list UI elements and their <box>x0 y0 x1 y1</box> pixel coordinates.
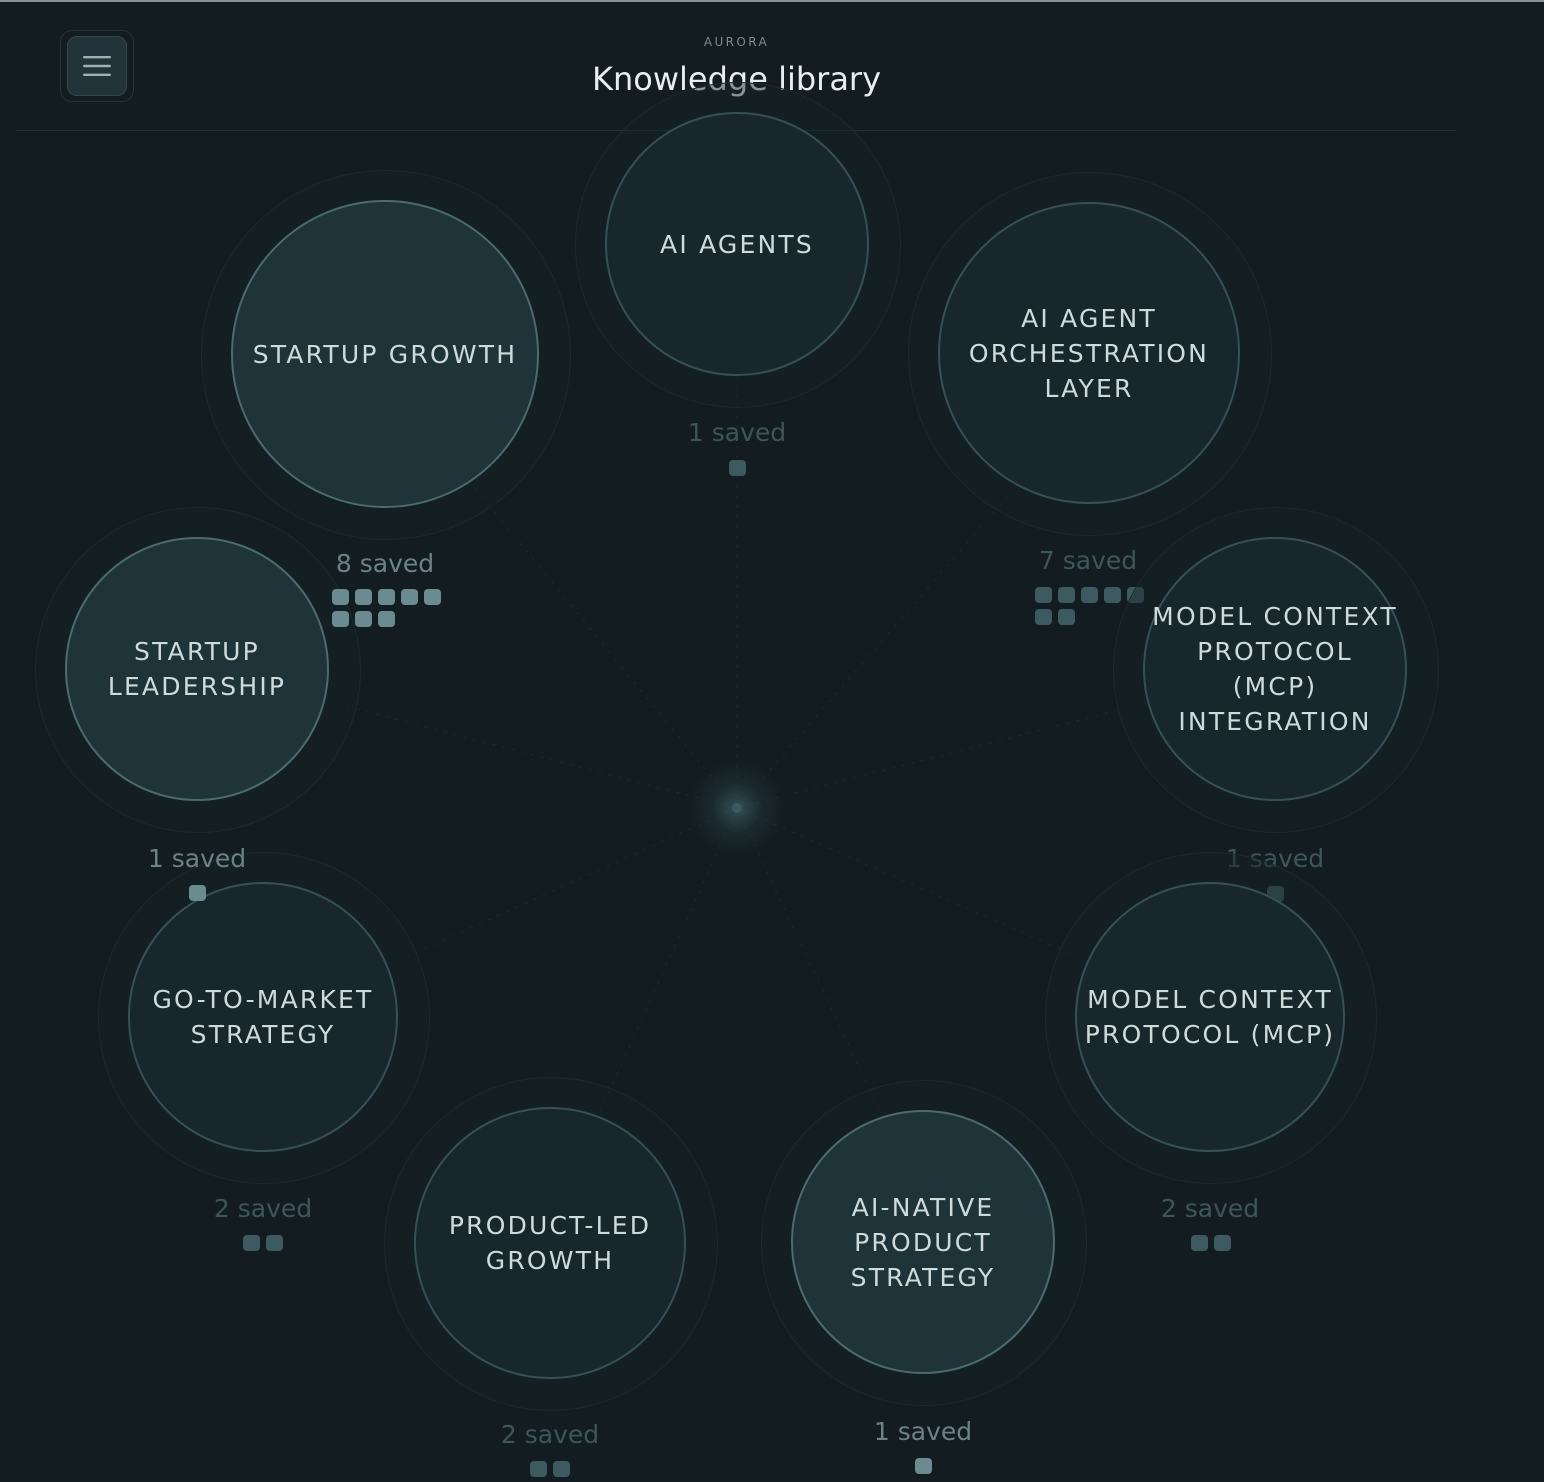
topic-label: MODEL CONTEXT PROTOCOL (MCP) <box>1084 985 1336 1049</box>
saved-pip <box>332 611 349 627</box>
saved-count: 2 saved <box>213 1194 313 1223</box>
saved-pip <box>378 589 395 605</box>
topic-node-ai-agents[interactable]: AI AGENTS <box>605 112 869 376</box>
saved-pip <box>553 1461 570 1477</box>
saved-pips <box>189 885 298 901</box>
saved-pip <box>424 589 441 605</box>
saved-pip <box>332 589 349 605</box>
saved-pip <box>266 1235 283 1251</box>
saved-pip <box>243 1235 260 1251</box>
topic-node-ai-agent-orchestration-layer[interactable]: AI AGENT ORCHESTRATION LAYER <box>938 202 1240 504</box>
saved-pip <box>915 1458 932 1474</box>
topic-label: MODEL CONTEXT PROTOCOL (MCP) INTEGRATION <box>1152 602 1398 736</box>
saved-pips <box>1191 1235 1300 1251</box>
saved-pip <box>355 589 372 605</box>
topic-node-ai-native-product-strategy[interactable]: AI-NATIVE PRODUCT STRATEGY <box>791 1110 1055 1374</box>
saved-pip <box>1035 609 1052 625</box>
saved-pip <box>530 1461 547 1477</box>
saved-pip <box>378 611 395 627</box>
topic-node-model-context-protocol-mcp[interactable]: MODEL CONTEXT PROTOCOL (MCP) <box>1075 882 1345 1152</box>
saved-pip <box>1058 587 1075 603</box>
saved-count: 2 saved <box>1160 1194 1260 1223</box>
topic-label: STARTUP LEADERSHIP <box>107 637 287 701</box>
saved-pip <box>1058 609 1075 625</box>
saved-pips <box>530 1461 639 1477</box>
app-frame: AURORA Knowledge library AI AGENTS 1 sav… <box>0 0 1544 1482</box>
hub-dot <box>732 803 742 813</box>
topic-node-product-led-growth[interactable]: PRODUCT-LED GROWTH <box>414 1107 686 1379</box>
saved-pip <box>1081 587 1098 603</box>
saved-count: 2 saved <box>500 1420 600 1449</box>
topic-node-startup-growth[interactable]: STARTUP GROWTH <box>231 200 539 508</box>
saved-pips <box>915 1458 1024 1474</box>
saved-pips <box>332 589 441 627</box>
topic-label: AI AGENTS <box>660 229 814 259</box>
saved-pip <box>1035 587 1052 603</box>
saved-pip <box>1214 1235 1231 1251</box>
saved-count: 1 saved <box>147 844 247 873</box>
saved-pips <box>729 460 838 476</box>
saved-pip <box>189 885 206 901</box>
saved-count: 1 saved <box>687 418 787 447</box>
topic-label: PRODUCT-LED GROWTH <box>448 1211 652 1275</box>
saved-pip <box>1104 587 1121 603</box>
saved-pip <box>355 611 372 627</box>
topic-node-model-context-protocol-mcp-integration[interactable]: MODEL CONTEXT PROTOCOL (MCP) INTEGRATION <box>1143 537 1407 801</box>
topic-label: STARTUP GROWTH <box>252 339 518 369</box>
topic-label: AI-NATIVE PRODUCT STRATEGY <box>850 1192 996 1292</box>
topic-label: GO-TO-MARKET STRATEGY <box>152 985 374 1049</box>
topic-label: AI AGENT ORCHESTRATION LAYER <box>968 303 1210 403</box>
saved-count: 1 saved <box>873 1417 973 1446</box>
saved-pip <box>1191 1235 1208 1251</box>
saved-pips <box>243 1235 352 1251</box>
topic-node-go-to-market-strategy[interactable]: GO-TO-MARKET STRATEGY <box>128 882 398 1152</box>
saved-count: 8 saved <box>335 549 435 578</box>
saved-pip <box>729 460 746 476</box>
saved-pip <box>401 589 418 605</box>
